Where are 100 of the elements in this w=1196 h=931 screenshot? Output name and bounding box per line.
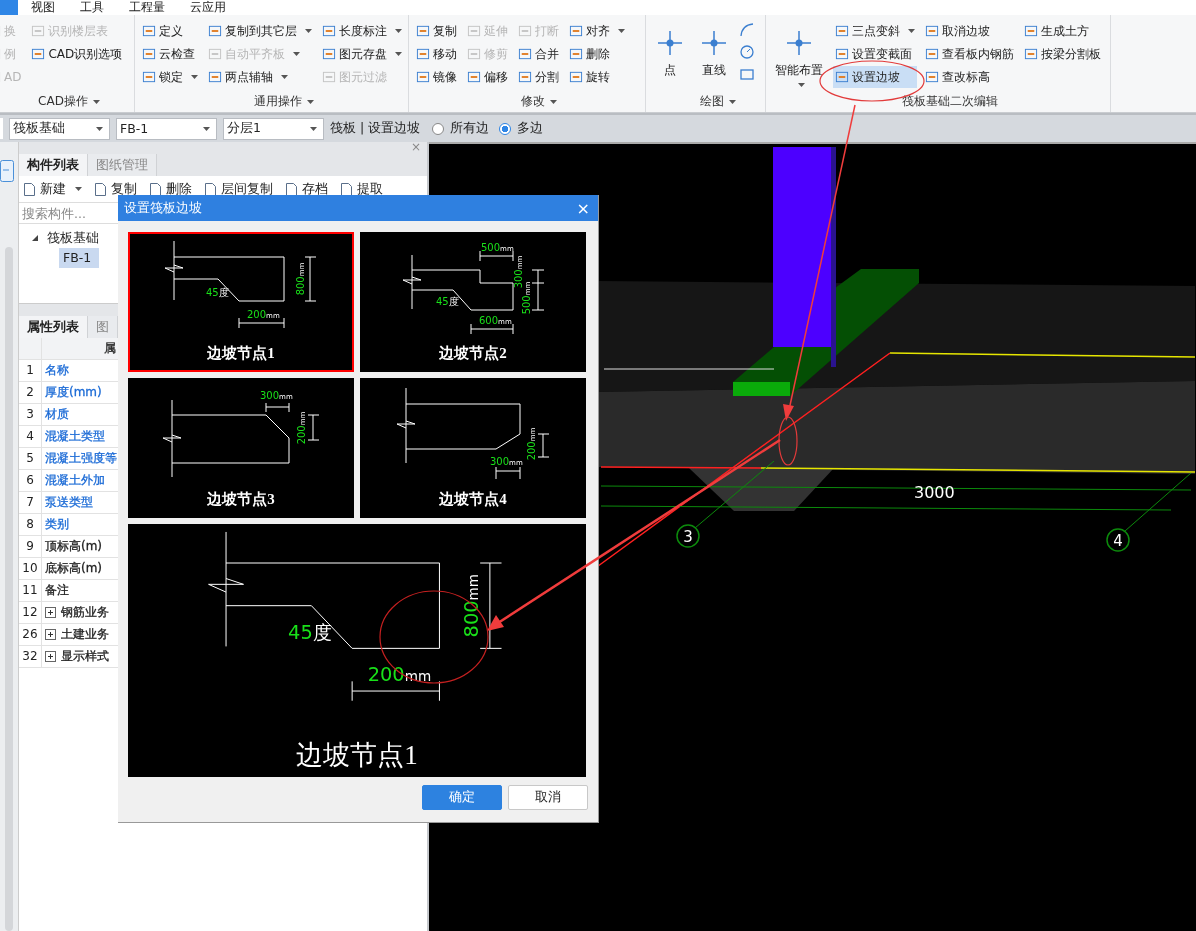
dropdown-select[interactable]: FB-1 [116,117,217,140]
radio-button[interactable] [499,122,512,135]
caret-icon [96,126,103,131]
radio-option[interactable]: 所有边 [432,120,490,137]
close-icon[interactable]: × [576,198,590,218]
circle-icon[interactable] [739,44,755,60]
toolbar-button[interactable]: 提取 [340,180,383,198]
expand-plus-icon[interactable] [45,607,56,618]
radio-label: 多边 [517,120,544,137]
mode-label: 筏板 | 设置边坡 [330,120,421,137]
caret-icon [798,83,805,87]
ribbon-tool-button[interactable]: 复制 [414,20,459,42]
tool-icon [31,24,46,38]
ribbon-tool-button[interactable]: 复制到其它层 [206,20,314,42]
arc-icon[interactable] [739,22,755,38]
ribbon-large-button[interactable]: 点 [651,20,689,91]
document-icon [94,181,107,197]
caret-icon [306,99,314,104]
document-icon [149,181,162,197]
ribbon-tool-button[interactable]: 三点变斜 [833,20,917,42]
ribbon-tool-button[interactable]: 合并 [516,43,561,65]
tool-icon [655,28,685,58]
property-name: 土建业务 [61,626,109,643]
caret-icon [305,29,312,33]
toolbar-button[interactable]: 存档 [285,180,328,198]
ribbon-tool-button[interactable]: 设置变截面 [833,43,917,65]
property-name: 混凝土类型 [45,428,105,445]
dialog-button[interactable]: 取消 [508,785,588,810]
property-name: 顶标高(m) [45,538,103,555]
annotation-ellipse [778,416,798,466]
menu-tab[interactable]: 工程量 [118,0,177,15]
menu-tab[interactable]: 视图 [20,0,67,15]
dropdown-select[interactable]: 分层1 [223,117,324,140]
caret-icon [92,99,100,104]
ribbon-tool-button[interactable]: 偏移 [465,66,510,88]
ribbon-tool-button[interactable]: 旋转 [567,66,627,88]
tool-icon [518,70,532,84]
tool-icon [835,24,849,38]
document-icon [285,181,298,197]
ribbon-large-button[interactable]: 智能布置 [771,20,827,91]
caret-icon [75,187,82,191]
panel-icon[interactable] [0,160,14,182]
tool-icon [31,47,46,61]
expand-plus-icon[interactable] [45,651,56,662]
ribbon-tool-button[interactable]: 对齐 [567,20,627,42]
ribbon-tool-button[interactable]: 移动 [414,43,459,65]
ribbon-tool-button[interactable]: 查改标高 [923,66,1016,88]
menu-tab[interactable]: 工具 [69,0,116,15]
panel-tab[interactable]: 属性列表 [19,316,88,338]
ribbon-tool-button[interactable]: 定义 [140,20,200,42]
dimension-label: 200mm [367,663,432,687]
ribbon-tool-button[interactable]: 两点辅轴 [206,66,314,88]
property-name: 钢筋业务 [61,604,109,621]
ribbon-large-button[interactable]: 直线 [695,20,733,91]
toolbar-button[interactable]: 层间复制 [204,180,273,198]
ribbon-tool-button[interactable]: 锁定 [140,66,200,88]
dimension-line [479,250,514,262]
toolbar-button[interactable]: 新建 [23,180,82,198]
scrollbar[interactable] [5,247,13,931]
row-number: 7 [19,492,42,513]
ribbon-tool-button[interactable]: 删除 [567,43,627,65]
tree-item[interactable]: FB-1 [59,248,99,268]
ribbon-tool-button[interactable]: 生成土方 [1022,20,1103,42]
ribbon-tool-button[interactable]: 图元存盘 [320,43,404,65]
caret-icon [281,75,288,79]
expand-plus-icon[interactable] [45,629,56,640]
ribbon-tool-button[interactable]: 分割 [516,66,561,88]
property-name: 混凝土强度等 [45,450,117,467]
collapse-triangle-icon[interactable] [31,234,39,242]
ribbon-tool-button[interactable]: 云检查 [140,43,200,65]
panel-tab[interactable]: 构件列表 [19,154,88,176]
option-title: 边坡节点2 [439,345,507,361]
toolbar-button[interactable]: 删除 [149,180,192,198]
angle-label: 45度 [206,287,229,298]
ribbon-tool-button[interactable]: 镜像 [414,66,459,88]
option-title: 边坡节点1 [207,345,275,361]
document-icon [340,181,353,197]
radio-option[interactable]: 多边 [499,120,544,137]
tool-icon [322,24,336,38]
rectangle-icon[interactable] [739,66,755,82]
toolbar-button[interactable]: 复制 [94,180,137,198]
ribbon-tool-button[interactable]: CAD识别选项 [29,43,125,65]
ribbon-tool-button[interactable]: 查看板内钢筋 [923,43,1016,65]
column-header: 属 [104,340,116,357]
dropdown-select[interactable]: 筏板基础 [9,117,110,140]
menu-tab[interactable]: 云应用 [179,0,238,15]
ribbon-tool-button[interactable]: 设置边坡 [833,66,917,88]
tree-item[interactable]: 筏板基础 [19,228,99,248]
caret-icon [908,29,915,33]
ribbon-tool-button[interactable]: 长度标注 [320,20,404,42]
radio-button[interactable] [432,122,445,135]
caret-icon [728,99,736,104]
ribbon-tool-button[interactable]: 取消边坡 [923,20,1016,42]
row-number: 8 [19,514,42,535]
tool-icon [467,70,481,84]
property-name: 厚度(mm) [45,384,102,401]
axis-marker: 4 [1106,528,1130,552]
ribbon-group-title: 通用操作 [140,91,403,112]
dialog-button[interactable]: 确定 [422,785,502,810]
ribbon-tool-button[interactable]: 按梁分割板 [1022,43,1103,65]
